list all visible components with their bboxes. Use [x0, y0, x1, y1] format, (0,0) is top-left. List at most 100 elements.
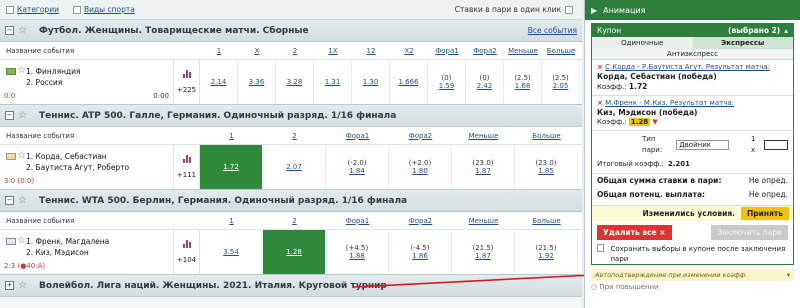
- odd-value[interactable]: 3.28: [287, 78, 303, 86]
- odd-value[interactable]: 1.666: [398, 78, 418, 86]
- bet-type-select[interactable]: Двойник: [676, 140, 729, 150]
- make-bet-button[interactable]: Заключить пари: [711, 225, 788, 240]
- player1[interactable]: 1. Френк, Магдалена: [26, 236, 109, 247]
- odd-cell-selected[interactable]: 1.72: [200, 145, 263, 189]
- star-icon[interactable]: ☆: [17, 236, 26, 246]
- header-fora2[interactable]: Фора2: [409, 217, 433, 225]
- odd-cell[interactable]: 3.28: [276, 60, 314, 104]
- header-fora1[interactable]: Фора1: [346, 132, 370, 140]
- tab-express[interactable]: Экспрессы: [692, 37, 793, 49]
- checkbox-icon[interactable]: [597, 244, 605, 252]
- more-markets[interactable]: +225: [177, 86, 196, 94]
- player2[interactable]: 2. Баутиста Агут, Роберто: [26, 162, 129, 173]
- antiexpress-link[interactable]: Антиэкспресс: [592, 49, 793, 60]
- sports-filter[interactable]: Виды спорта: [72, 5, 135, 14]
- star-icon[interactable]: ☆: [18, 196, 27, 206]
- odd-value[interactable]: 1.80: [412, 167, 428, 175]
- odd-value[interactable]: 1.92: [538, 252, 554, 260]
- odd-cell[interactable]: (0) 1.59: [428, 60, 466, 104]
- odd-cell[interactable]: 1.30: [352, 60, 390, 104]
- header-fora1[interactable]: Фора1: [435, 47, 459, 55]
- odd-value[interactable]: 1.84: [349, 167, 365, 175]
- all-events-link[interactable]: Все события: [528, 26, 577, 35]
- odd-cell[interactable]: (21.5) 1.87: [452, 230, 515, 274]
- header-2[interactable]: 2: [292, 217, 296, 225]
- remove-icon[interactable]: ×: [597, 99, 603, 107]
- odd-value[interactable]: 1.68: [515, 82, 531, 90]
- odd-value[interactable]: 1.28: [286, 248, 302, 256]
- stake-input[interactable]: [764, 140, 788, 150]
- odd-value[interactable]: 1.30: [363, 78, 379, 86]
- odd-value[interactable]: 1.85: [538, 167, 554, 175]
- team1[interactable]: 1. Финляндия: [26, 66, 81, 77]
- collapse-icon[interactable]: −: [5, 196, 14, 205]
- odd-cell[interactable]: 3.54: [200, 230, 263, 274]
- star-icon[interactable]: ☆: [18, 281, 27, 291]
- header-fora1[interactable]: Фора1: [346, 217, 370, 225]
- odd-value[interactable]: 2.42: [477, 82, 493, 90]
- odd-value[interactable]: 2.07: [286, 163, 302, 171]
- star-icon[interactable]: ☆: [18, 26, 27, 36]
- odd-cell-selected[interactable]: 1.28: [263, 230, 326, 274]
- odd-cell[interactable]: 2.14: [200, 60, 238, 104]
- header-under[interactable]: Меньше: [469, 132, 499, 140]
- odd-cell[interactable]: (0) 2.42: [466, 60, 504, 104]
- header-12[interactable]: 12: [367, 47, 376, 55]
- star-icon[interactable]: ☆: [17, 151, 26, 161]
- header-2[interactable]: 2: [292, 132, 296, 140]
- odd-cell[interactable]: (23.0) 1.87: [452, 145, 515, 189]
- odd-value[interactable]: 1.88: [349, 252, 365, 260]
- odd-value[interactable]: 1.31: [325, 78, 341, 86]
- on-raise-option[interactable]: ○ При повышении: [585, 281, 800, 293]
- header-1x[interactable]: 1X: [328, 47, 337, 55]
- header-over[interactable]: Больше: [532, 132, 560, 140]
- odd-value[interactable]: 2.14: [211, 78, 227, 86]
- stats-cell[interactable]: +111: [173, 145, 199, 189]
- stats-cell[interactable]: +225: [173, 60, 199, 104]
- header-under[interactable]: Меньше: [508, 47, 538, 55]
- odd-value[interactable]: 3.36: [249, 78, 265, 86]
- odd-value[interactable]: 1.87: [475, 252, 491, 260]
- more-markets[interactable]: +111: [177, 171, 196, 179]
- header-1[interactable]: 1: [217, 47, 221, 55]
- chevron-up-icon[interactable]: ▴: [784, 26, 788, 35]
- checkbox-icon[interactable]: [565, 5, 573, 14]
- header-over[interactable]: Больше: [547, 47, 575, 55]
- header-x[interactable]: X: [255, 47, 260, 55]
- odd-cell[interactable]: 2.07: [263, 145, 326, 189]
- accept-button[interactable]: Принять: [741, 207, 789, 220]
- odd-cell[interactable]: 3.36: [238, 60, 276, 104]
- odd-cell[interactable]: (-2.0) 1.84: [326, 145, 389, 189]
- odd-value[interactable]: 1.59: [439, 82, 455, 90]
- bet-match[interactable]: С.Корда - Р.Баутиста Агут. Результат мат…: [605, 63, 770, 71]
- delete-all-button[interactable]: Удалить все ×: [597, 225, 672, 240]
- odd-cell[interactable]: 1.31: [314, 60, 352, 104]
- tab-single[interactable]: Одиночные: [592, 37, 693, 49]
- odd-cell[interactable]: (-4.5) 1.86: [389, 230, 452, 274]
- stats-cell[interactable]: +104: [173, 230, 199, 274]
- odd-value[interactable]: 3.54: [223, 248, 239, 256]
- header-1[interactable]: 1: [229, 217, 233, 225]
- header-2[interactable]: 2: [293, 47, 297, 55]
- team2[interactable]: 2. Россия: [26, 77, 81, 88]
- expand-icon[interactable]: +: [5, 281, 14, 290]
- stats-icon[interactable]: [182, 240, 191, 248]
- categories-filter[interactable]: Категории: [6, 5, 59, 14]
- star-icon[interactable]: ☆: [18, 111, 27, 121]
- section-header[interactable]: − ☆ Теннис. ATP 500. Галле, Германия. Оди…: [0, 105, 582, 127]
- checkbox-icon[interactable]: [6, 6, 14, 14]
- odd-cell[interactable]: (+4.5) 1.88: [326, 230, 389, 274]
- more-markets[interactable]: +104: [177, 256, 196, 264]
- one-click-toggle[interactable]: Ставки в пари в один клик: [455, 5, 576, 14]
- player1[interactable]: 1. Корда, Себастиан: [26, 151, 129, 162]
- header-over[interactable]: Больше: [532, 217, 560, 225]
- section-header[interactable]: − ☆ Футбол. Женщины. Товарищеские матчи. …: [0, 20, 582, 42]
- stats-icon[interactable]: [182, 70, 191, 78]
- odd-cell[interactable]: (+2.0) 1.80: [389, 145, 452, 189]
- categories-link[interactable]: Категории: [17, 5, 59, 14]
- header-fora2[interactable]: Фора2: [409, 132, 433, 140]
- header-under[interactable]: Меньше: [469, 217, 499, 225]
- collapse-icon[interactable]: −: [5, 111, 14, 120]
- header-x2[interactable]: X2: [404, 47, 413, 55]
- odd-value[interactable]: 1.72: [223, 163, 239, 171]
